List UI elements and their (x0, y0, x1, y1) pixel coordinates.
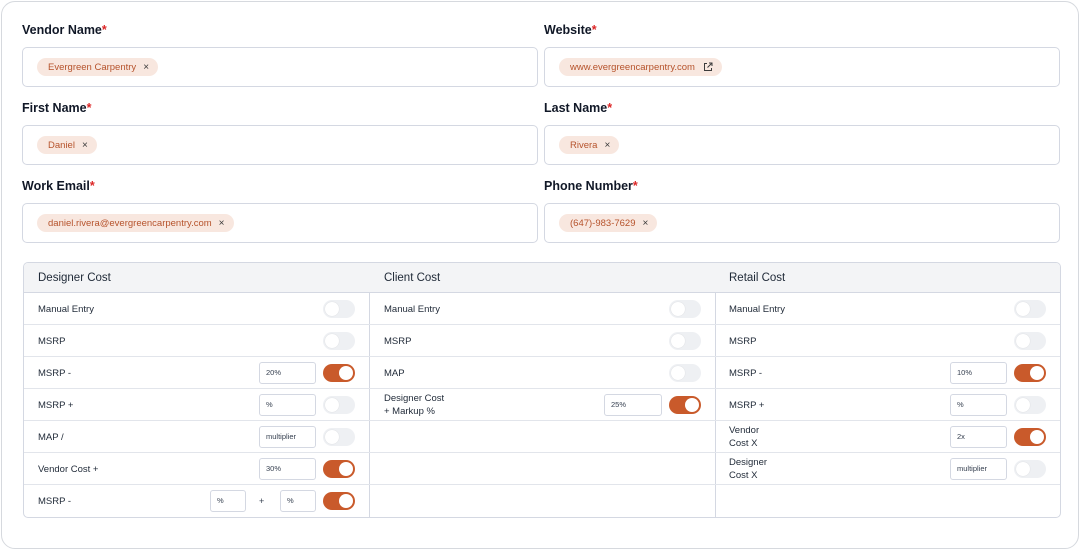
last-name-field: Last Name* Rivera × (544, 99, 1060, 165)
website-label: Website* (544, 23, 597, 37)
retail-cost-header: Retail Cost (729, 272, 786, 284)
retail-manual-entry-label: Manual Entry (729, 304, 785, 315)
retail-msrp-minus-label: MSRP - (729, 368, 763, 379)
retail-designer-cost-x-label: Designer Cost X (729, 457, 768, 481)
first-name-field: First Name* Daniel × (22, 99, 538, 165)
client-msrp-toggle[interactable] (669, 332, 701, 350)
retail-designer-cost-x-input[interactable]: multiplier (950, 458, 1007, 480)
work-email-chip: daniel.rivera@evergreencarpentry.com × (37, 214, 234, 232)
first-name-input[interactable]: Daniel × (22, 125, 538, 165)
designer-msrp-plus-label: MSRP + (38, 400, 74, 411)
vendor-form-card: Vendor Name* Evergreen Carpentry × Websi… (1, 1, 1079, 549)
designer-manual-entry-toggle[interactable] (323, 300, 355, 318)
designer-msrp-minus-input[interactable]: 20% (259, 362, 316, 384)
website-field: Website* www.evergreencarpentry.com (544, 21, 1060, 87)
client-designer-markup-label: Designer Cost + Markup % (384, 393, 445, 417)
remove-phone-number-icon[interactable]: × (643, 218, 649, 229)
work-email-field: Work Email* daniel.rivera@evergreencarpe… (22, 177, 538, 243)
designer-msrp-plus-toggle[interactable] (323, 396, 355, 414)
last-name-input[interactable]: Rivera × (544, 125, 1060, 165)
designer-manual-entry-label: Manual Entry (38, 304, 94, 315)
first-name-chip: Daniel × (37, 136, 97, 154)
pricing-table-header (24, 263, 1060, 293)
retail-vendor-cost-x-label: Vendor Cost X (729, 425, 760, 449)
remove-work-email-icon[interactable]: × (219, 218, 225, 229)
plus-sign: + (259, 496, 265, 506)
client-manual-entry-label: Manual Entry (384, 304, 440, 315)
retail-vendor-cost-x-toggle[interactable] (1014, 428, 1046, 446)
retail-msrp-plus-toggle[interactable] (1014, 396, 1046, 414)
vendor-name-chip: Evergreen Carpentry × (37, 58, 159, 76)
work-email-label: Work Email* (22, 179, 95, 193)
designer-msrp-combo-minus-input[interactable]: % (210, 490, 246, 512)
external-link-icon[interactable] (703, 62, 713, 72)
remove-vendor-name-icon[interactable]: × (143, 62, 149, 73)
designer-msrp-minus-label: MSRP - (38, 368, 72, 379)
website-input[interactable]: www.evergreencarpentry.com (544, 47, 1060, 87)
row-divider (24, 388, 1060, 389)
retail-msrp-label: MSRP (729, 336, 757, 347)
client-designer-markup-toggle[interactable] (669, 396, 701, 414)
phone-number-input[interactable]: (647)-983-7629 × (544, 203, 1060, 243)
designer-msrp-label: MSRP (38, 336, 66, 347)
phone-number-field: Phone Number* (647)-983-7629 × (544, 177, 1060, 243)
designer-map-divide-toggle[interactable] (323, 428, 355, 446)
vendor-name-label: Vendor Name* (22, 23, 107, 37)
row-divider (24, 356, 1060, 357)
website-chip: www.evergreencarpentry.com (559, 58, 722, 76)
designer-vendor-cost-plus-label: Vendor Cost + (38, 464, 99, 475)
retail-msrp-plus-input[interactable]: % (950, 394, 1007, 416)
designer-cost-header: Designer Cost (38, 272, 111, 284)
client-msrp-label: MSRP (384, 336, 412, 347)
vendor-name-field: Vendor Name* Evergreen Carpentry × (22, 21, 538, 87)
designer-msrp-toggle[interactable] (323, 332, 355, 350)
retail-msrp-minus-toggle[interactable] (1014, 364, 1046, 382)
retail-msrp-toggle[interactable] (1014, 332, 1046, 350)
row-divider (24, 324, 1060, 325)
retail-msrp-minus-input[interactable]: 10% (950, 362, 1007, 384)
last-name-label: Last Name* (544, 101, 613, 115)
client-designer-markup-input[interactable]: 25% (604, 394, 662, 416)
row-divider (24, 452, 1060, 453)
remove-first-name-icon[interactable]: × (82, 140, 88, 151)
client-map-toggle[interactable] (669, 364, 701, 382)
phone-number-chip: (647)-983-7629 × (559, 214, 658, 232)
row-divider (24, 420, 1060, 421)
designer-msrp-combo-plus-input[interactable]: % (280, 490, 316, 512)
designer-vendor-cost-plus-toggle[interactable] (323, 460, 355, 478)
designer-msrp-combo-label: MSRP - (38, 496, 72, 507)
last-name-chip: Rivera × (559, 136, 620, 154)
client-map-label: MAP (384, 368, 405, 379)
client-cost-header: Client Cost (384, 272, 441, 284)
designer-msrp-plus-input[interactable]: % (259, 394, 316, 416)
retail-msrp-plus-label: MSRP + (729, 400, 765, 411)
designer-map-divide-label: MAP / (38, 432, 64, 443)
designer-msrp-minus-toggle[interactable] (323, 364, 355, 382)
phone-number-label: Phone Number* (544, 179, 638, 193)
pricing-table: Designer Cost Client Cost Retail Cost Ma… (23, 262, 1061, 518)
retail-designer-cost-x-toggle[interactable] (1014, 460, 1046, 478)
remove-last-name-icon[interactable]: × (604, 140, 610, 151)
designer-map-multiplier-input[interactable]: multiplier (259, 426, 316, 448)
client-manual-entry-toggle[interactable] (669, 300, 701, 318)
work-email-input[interactable]: daniel.rivera@evergreencarpentry.com × (22, 203, 538, 243)
retail-vendor-cost-x-input[interactable]: 2x (950, 426, 1007, 448)
designer-msrp-combo-toggle[interactable] (323, 492, 355, 510)
row-divider (24, 484, 1060, 485)
designer-vendor-cost-plus-input[interactable]: 30% (259, 458, 316, 480)
first-name-label: First Name* (22, 101, 92, 115)
vendor-name-input[interactable]: Evergreen Carpentry × (22, 47, 538, 87)
retail-manual-entry-toggle[interactable] (1014, 300, 1046, 318)
